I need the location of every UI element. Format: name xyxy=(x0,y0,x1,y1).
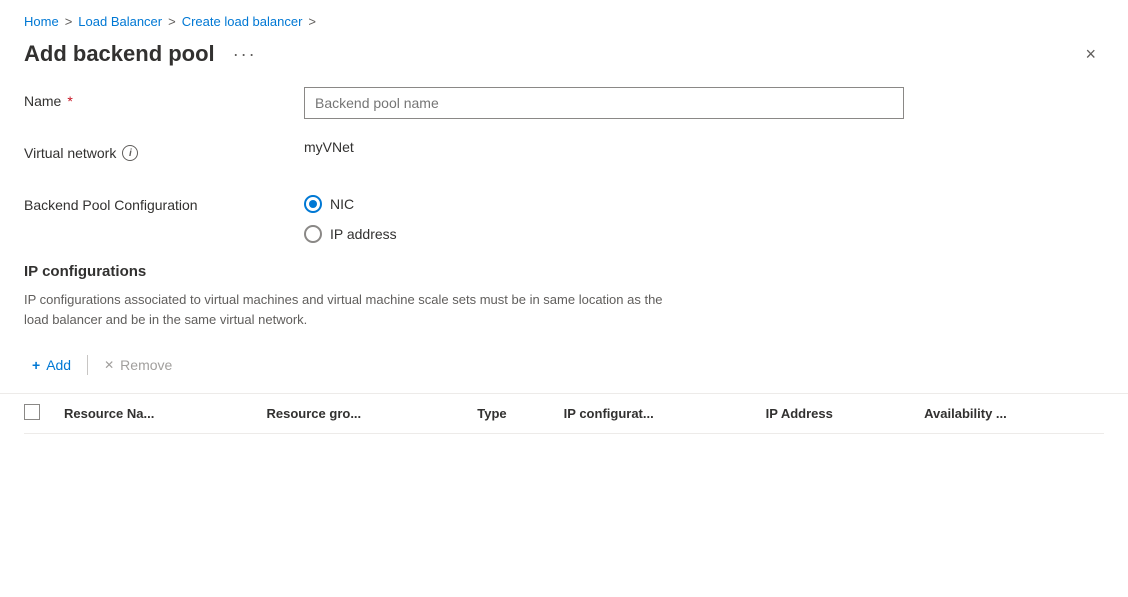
panel-header: Add backend pool ··· × xyxy=(0,37,1128,87)
breadcrumb-home[interactable]: Home xyxy=(24,14,59,29)
name-input[interactable] xyxy=(304,87,904,119)
radio-nic-label: NIC xyxy=(330,196,354,212)
col-resource-group: Resource gro... xyxy=(259,394,470,434)
plus-icon: + xyxy=(32,357,40,373)
col-type: Type xyxy=(469,394,555,434)
radio-ip[interactable] xyxy=(304,225,322,243)
ip-config-title: IP configurations xyxy=(0,263,1128,280)
add-label: Add xyxy=(46,357,71,373)
backend-pool-config-row: Backend Pool Configuration NIC IP addres… xyxy=(24,191,1104,243)
select-all-checkbox[interactable] xyxy=(24,404,40,420)
breadcrumb: Home > Load Balancer > Create load balan… xyxy=(0,0,1128,37)
radio-ip-label: IP address xyxy=(330,226,397,242)
x-icon: ✕ xyxy=(104,358,114,372)
required-indicator: * xyxy=(67,93,72,109)
toolbar-divider xyxy=(87,355,88,375)
vnet-value: myVNet xyxy=(304,133,354,155)
radio-group-config: NIC IP address xyxy=(304,191,1104,243)
toolbar: + Add ✕ Remove xyxy=(0,345,1128,385)
ip-config-description: IP configurations associated to virtual … xyxy=(0,290,700,329)
form-container: Name * Virtual network i myVNet Backend … xyxy=(0,87,1128,243)
remove-button[interactable]: ✕ Remove xyxy=(96,353,180,377)
name-row: Name * xyxy=(24,87,1104,119)
vnet-row: Virtual network i myVNet xyxy=(24,139,1104,171)
radio-option-ip[interactable]: IP address xyxy=(304,225,1104,243)
col-ip-address: IP Address xyxy=(758,394,916,434)
breadcrumb-sep-3: > xyxy=(308,14,316,29)
col-resource-name: Resource Na... xyxy=(56,394,259,434)
vnet-label: Virtual network i xyxy=(24,139,304,161)
vnet-value-wrapper: myVNet xyxy=(304,139,1104,155)
radio-nic[interactable] xyxy=(304,195,322,213)
breadcrumb-load-balancer[interactable]: Load Balancer xyxy=(78,14,162,29)
table-header-row: Resource Na... Resource gro... Type IP c… xyxy=(24,394,1104,434)
ellipsis-button[interactable]: ··· xyxy=(227,42,263,67)
vnet-info-icon[interactable]: i xyxy=(122,145,138,161)
table-container: Resource Na... Resource gro... Type IP c… xyxy=(0,393,1128,434)
name-label: Name * xyxy=(24,87,304,109)
name-field-wrapper xyxy=(304,87,1104,119)
backend-pool-label: Backend Pool Configuration xyxy=(24,191,304,213)
panel-title: Add backend pool xyxy=(24,41,215,67)
breadcrumb-sep-1: > xyxy=(65,14,73,29)
breadcrumb-create[interactable]: Create load balancer xyxy=(182,14,303,29)
close-button[interactable]: × xyxy=(1077,41,1104,67)
col-checkbox xyxy=(24,394,56,434)
remove-label: Remove xyxy=(120,357,172,373)
backend-pool-options: NIC IP address xyxy=(304,191,1104,243)
col-ip-config: IP configurat... xyxy=(556,394,758,434)
add-button[interactable]: + Add xyxy=(24,353,79,377)
breadcrumb-sep-2: > xyxy=(168,14,176,29)
table-header: Resource Na... Resource gro... Type IP c… xyxy=(24,394,1104,434)
col-availability: Availability ... xyxy=(916,394,1104,434)
radio-option-nic[interactable]: NIC xyxy=(304,195,1104,213)
data-table: Resource Na... Resource gro... Type IP c… xyxy=(24,394,1104,434)
